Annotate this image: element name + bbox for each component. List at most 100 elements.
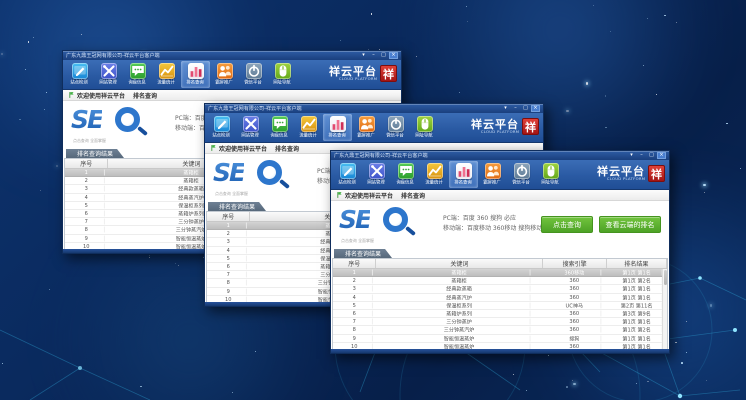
cell-no: 8	[68, 227, 105, 233]
toolbar-item-traffic[interactable]: 流量统计	[152, 61, 181, 88]
toolbar-item-ranking[interactable]: 排名查询	[323, 114, 352, 141]
monitor-pencil-icon	[214, 116, 230, 132]
toolbar-item-site-manage[interactable]: 网站管理	[236, 114, 265, 141]
toolbar-item-ranking[interactable]: 排名查询	[181, 61, 210, 88]
maximize-button[interactable]: □	[521, 105, 530, 112]
seo-logo: SE 点击查询 全面掌握	[71, 105, 157, 139]
table-row[interactable]: 4经典蒸汽炉360第1页 第1名	[333, 294, 667, 302]
window-title: 广东九鼎王冠网有限公司-祥云平台客户端	[66, 52, 314, 60]
table-row[interactable]: 6蒸箱炉系列360第3页 第9名	[333, 310, 667, 318]
chevron-down-icon: ▾	[504, 105, 507, 111]
maximize-button[interactable]: □	[647, 152, 656, 159]
brand-seal: 祥	[380, 65, 397, 82]
cell-no: 7	[336, 319, 373, 325]
monitor-pencil-icon	[72, 63, 88, 79]
line-chart-icon	[301, 116, 317, 132]
cell-engine: 360移动	[548, 270, 602, 276]
toolbar-item-site-check[interactable]: 站点检测	[207, 114, 236, 141]
scrollbar-thumb[interactable]	[664, 270, 667, 285]
toolbar-item-inquiry[interactable]: 询盘信息	[265, 114, 294, 141]
power-circle-icon	[514, 163, 530, 179]
view-cloud-rank-button[interactable]: 查看云端的排名	[599, 216, 661, 233]
toolbar-item-label: 站点检测	[71, 81, 88, 85]
cell-no: 2	[210, 231, 247, 237]
title-bar: 广东九鼎王冠网有限公司-祥云平台客户端 ▾ – □ ×	[331, 151, 669, 160]
toolbar-item-nav[interactable]: 网址导航	[410, 114, 439, 141]
skin-button[interactable]: ▾	[627, 152, 636, 159]
cell-no: 6	[210, 263, 247, 269]
magnifier-icon	[257, 160, 282, 185]
result-tab[interactable]: 排名查询结果	[66, 149, 124, 158]
brand-seal: 祥	[522, 118, 539, 135]
scrollbar[interactable]	[662, 269, 667, 349]
mouse-icon	[543, 163, 559, 179]
toolbar-item-traffic[interactable]: 流量统计	[294, 114, 323, 141]
table-body: 1蒸箱柜360移动第1页 第1名2蒸箱柜360第1页 第2名3经典款蒸箱360第…	[333, 269, 667, 349]
table-row[interactable]: 3经典款蒸箱360第1页 第1名	[333, 285, 667, 293]
table-row[interactable]: 8三分钟蒸汽炉360第1页 第2名	[333, 326, 667, 334]
toolbar-item-nav[interactable]: 网址导航	[536, 161, 565, 188]
close-button[interactable]: ×	[657, 152, 666, 159]
toolbar-item-site-manage[interactable]: 网站管理	[362, 161, 391, 188]
cell-keyword: 三分钟蒸汽炉	[389, 327, 531, 333]
toolbar-item-traffic[interactable]: 流量统计	[420, 161, 449, 188]
cell-rank: 第1页 第1名	[611, 286, 662, 292]
bar-chart-icon	[330, 116, 346, 132]
toolbar-item-site-manage[interactable]: 网站管理	[94, 61, 123, 88]
close-button[interactable]: ×	[531, 105, 540, 112]
cell-no: 2	[336, 278, 373, 284]
table-row[interactable]: 5保温柜系列UC神马第2页 第11名	[333, 302, 667, 310]
toolbar-item-inquiry[interactable]: 询盘信息	[123, 61, 152, 88]
cell-rank: 第1页 第2名	[611, 278, 662, 284]
toolbar: 站点检测网站管理询盘信息流量统计排名查询霸屏推广微信平台网址导航 祥云平台 CL…	[205, 113, 543, 143]
table-row[interactable]: 1蒸箱柜360移动第1页 第1名	[333, 269, 667, 277]
brand-name: 祥云平台	[468, 119, 519, 130]
query-button[interactable]: 点击查询	[541, 216, 593, 233]
welcome-text: 欢迎使用祥云平台	[77, 91, 125, 100]
cell-no: 10	[68, 243, 105, 249]
cell-no: 4	[210, 247, 247, 253]
toolbar-item-label: 询盘信息	[129, 81, 146, 85]
column-header: 序号	[65, 159, 108, 168]
cell-no: 9	[68, 235, 105, 241]
cell-no: 3	[210, 239, 247, 245]
toolbar-item-promotion[interactable]: 霸屏推广	[478, 161, 507, 188]
toolbar-item-site-check[interactable]: 站点检测	[333, 161, 362, 188]
chat-bubble-icon	[272, 116, 288, 132]
toolbar-item-promotion[interactable]: 霸屏推广	[210, 61, 239, 88]
maximize-icon: □	[381, 52, 386, 58]
toolbar: 站点检测网站管理询盘信息流量统计排名查询霸屏推广微信平台网址导航 祥云平台 CL…	[331, 160, 669, 190]
table-row[interactable]: 10智能恒温蒸炉360第1页 第1名	[333, 343, 667, 349]
minimize-button[interactable]: –	[511, 105, 520, 112]
minimize-button[interactable]: –	[637, 152, 646, 159]
table-row[interactable]: 7三分钟蒸炉360第1页 第1名	[333, 318, 667, 326]
mouse-icon	[417, 116, 433, 132]
toolbar-item-promotion[interactable]: 霸屏推广	[352, 114, 381, 141]
toolbar-item-label: 网址导航	[542, 181, 559, 185]
toolbar-item-nav[interactable]: 网址导航	[268, 61, 297, 88]
cell-no: 5	[336, 302, 373, 308]
skin-button[interactable]: ▾	[501, 105, 510, 112]
toolbar-item-wechat[interactable]: 微信平台	[381, 114, 410, 141]
toolbar-item-label: 网址导航	[416, 134, 433, 138]
skin-button[interactable]: ▾	[359, 52, 368, 59]
toolbar-item-site-check[interactable]: 站点检测	[65, 61, 94, 88]
column-header: 关键词	[376, 259, 543, 268]
table-row[interactable]: 2蒸箱柜360第1页 第2名	[333, 277, 667, 285]
bar-chart-icon	[456, 163, 472, 179]
toolbar-item-wechat[interactable]: 微信平台	[507, 161, 536, 188]
toolbar-item-label: 霸屏推广	[358, 134, 375, 138]
toolbar-item-label: 排名查询	[329, 134, 346, 138]
minimize-button[interactable]: –	[369, 52, 378, 59]
table-row[interactable]: 9智能恒温蒸炉搜狗第1页 第1名	[333, 335, 667, 343]
toolbar-item-inquiry[interactable]: 询盘信息	[391, 161, 420, 188]
result-tab[interactable]: 排名查询结果	[334, 249, 392, 258]
close-button[interactable]: ×	[389, 52, 398, 59]
line-chart-icon	[427, 163, 443, 179]
result-tab[interactable]: 排名查询结果	[208, 202, 266, 211]
toolbar-item-wechat[interactable]: 微信平台	[239, 61, 268, 88]
toolbar-item-ranking[interactable]: 排名查询	[449, 161, 478, 188]
tools-icon	[369, 163, 385, 179]
cell-rank: 第1页 第1名	[611, 335, 662, 341]
maximize-button[interactable]: □	[379, 52, 388, 59]
